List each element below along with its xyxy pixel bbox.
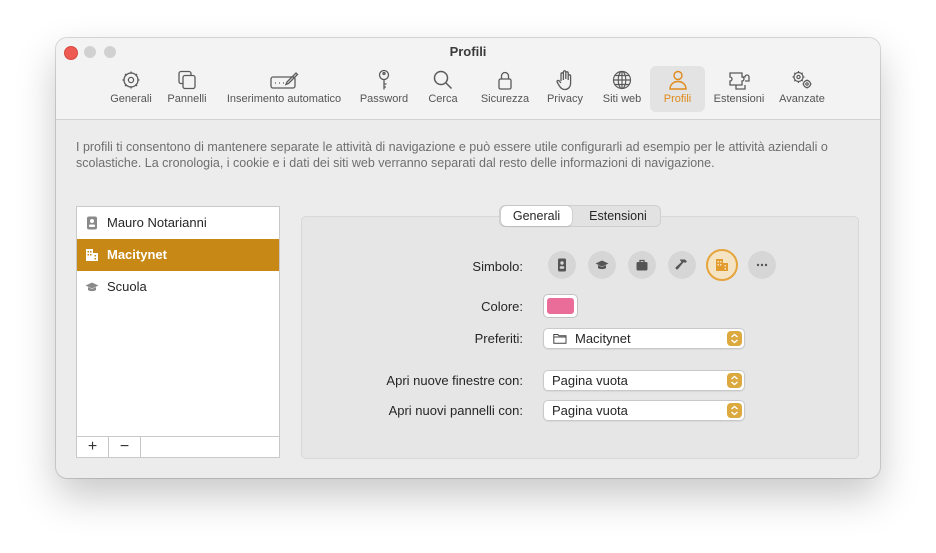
titlebar: Profili Generali Pannelli Inserimento au… [56,38,880,120]
toolbar-item-cerca[interactable]: Cerca [418,66,468,112]
briefcase-icon [636,259,648,271]
profile-list-footer: + − [77,436,279,457]
toolbar-label: Password [359,93,409,105]
profile-name: Scuola [107,279,147,294]
building-icon [716,259,728,271]
tab-estensioni[interactable]: Estensioni [576,206,660,226]
search-icon [433,70,453,90]
symbol-option-id-badge[interactable] [548,251,576,279]
profiles-description: I profili ti consentono di mantenere sep… [76,140,828,170]
favorites-label: Preferiti: [474,331,523,346]
key-icon [378,69,390,90]
hand-icon [556,70,572,91]
symbol-option-graduation-cap[interactable] [588,251,616,279]
symbol-option-hammer[interactable] [668,251,696,279]
toolbar-item-generali[interactable]: Generali [102,66,160,112]
preferences-window: Profili Generali Pannelli Inserimento au… [56,38,880,478]
toolbar-label: Avanzate [779,93,825,105]
toolbar-label: Estensioni [713,93,765,105]
toolbar-label: Siti web [602,93,642,105]
symbol-option-building[interactable] [706,249,738,281]
toolbar-item-inserimento-automatico[interactable]: Inserimento automatico [216,66,352,112]
toolbar-item-profili[interactable]: Profili [650,66,705,112]
lock-icon [498,71,512,90]
symbol-option-more[interactable] [748,251,776,279]
toolbar-label: Profili [663,93,692,105]
toolbar-label: Inserimento automatico [226,93,342,105]
remove-profile-button[interactable]: − [109,437,141,457]
graduation-cap-icon [85,282,99,292]
building-icon [86,249,98,261]
toolbar-item-estensioni[interactable]: Estensioni [708,66,770,112]
gear-icon [122,71,140,89]
ellipsis-icon [756,263,768,267]
toolbar-item-siti-web[interactable]: Siti web [594,66,650,112]
toolbar-item-avanzate[interactable]: Avanzate [774,66,830,112]
new-tabs-value: Pagina vuota [552,403,628,418]
symbol-label: Simbolo: [472,259,523,274]
symbol-option-briefcase[interactable] [628,251,656,279]
id-badge-icon [87,216,97,230]
popup-stepper-icon [727,403,742,418]
color-swatch [547,298,574,314]
new-tabs-label: Apri nuovi pannelli con: [388,403,523,418]
toolbar-label: Sicurezza [480,93,530,105]
gears-icon [792,71,812,89]
person-icon [668,70,687,90]
window-title: Profili [449,44,487,59]
profile-name: Mauro Notarianni [107,215,207,230]
toolbar-label: Pannelli [167,93,207,105]
new-windows-label: Apri nuove finestre con: [386,373,523,388]
new-windows-popup[interactable]: Pagina vuota [543,370,745,391]
profile-list[interactable]: Mauro Notarianni Macitynet Scuola + − [76,206,280,458]
autofill-icon [270,72,299,89]
settings-tabs: Generali Estensioni [499,205,661,227]
toolbar-label: Privacy [546,93,584,105]
toolbar-item-password[interactable]: Password [354,66,414,112]
popup-stepper-icon [727,331,742,346]
add-profile-button[interactable]: + [77,437,109,457]
toolbar-item-privacy[interactable]: Privacy [540,66,590,112]
folder-icon [553,334,567,344]
toolbar-label: Cerca [428,93,458,105]
graduation-cap-icon [595,260,609,270]
color-well[interactable] [543,294,578,318]
id-badge-icon [558,258,566,272]
toolbar-item-pannelli[interactable]: Pannelli [160,66,214,112]
profile-item-macitynet[interactable]: Macitynet [77,239,279,271]
puzzle-icon [729,72,750,90]
favorites-value: Macitynet [575,331,631,346]
toolbar-label: Generali [110,93,152,105]
favorites-popup[interactable]: Macitynet [543,328,745,349]
popup-stepper-icon [727,373,742,388]
hammer-icon [675,259,687,270]
profile-name: Macitynet [107,247,167,262]
toolbar-item-sicurezza[interactable]: Sicurezza [474,66,536,112]
new-tabs-popup[interactable]: Pagina vuota [543,400,745,421]
new-windows-value: Pagina vuota [552,373,628,388]
profile-item-scuola[interactable]: Scuola [77,271,279,303]
tab-generali[interactable]: Generali [501,206,572,226]
globe-icon [612,70,632,90]
color-label: Colore: [481,299,523,314]
profile-item-mauro-notarianni[interactable]: Mauro Notarianni [77,207,279,239]
tabs-icon [178,70,196,90]
